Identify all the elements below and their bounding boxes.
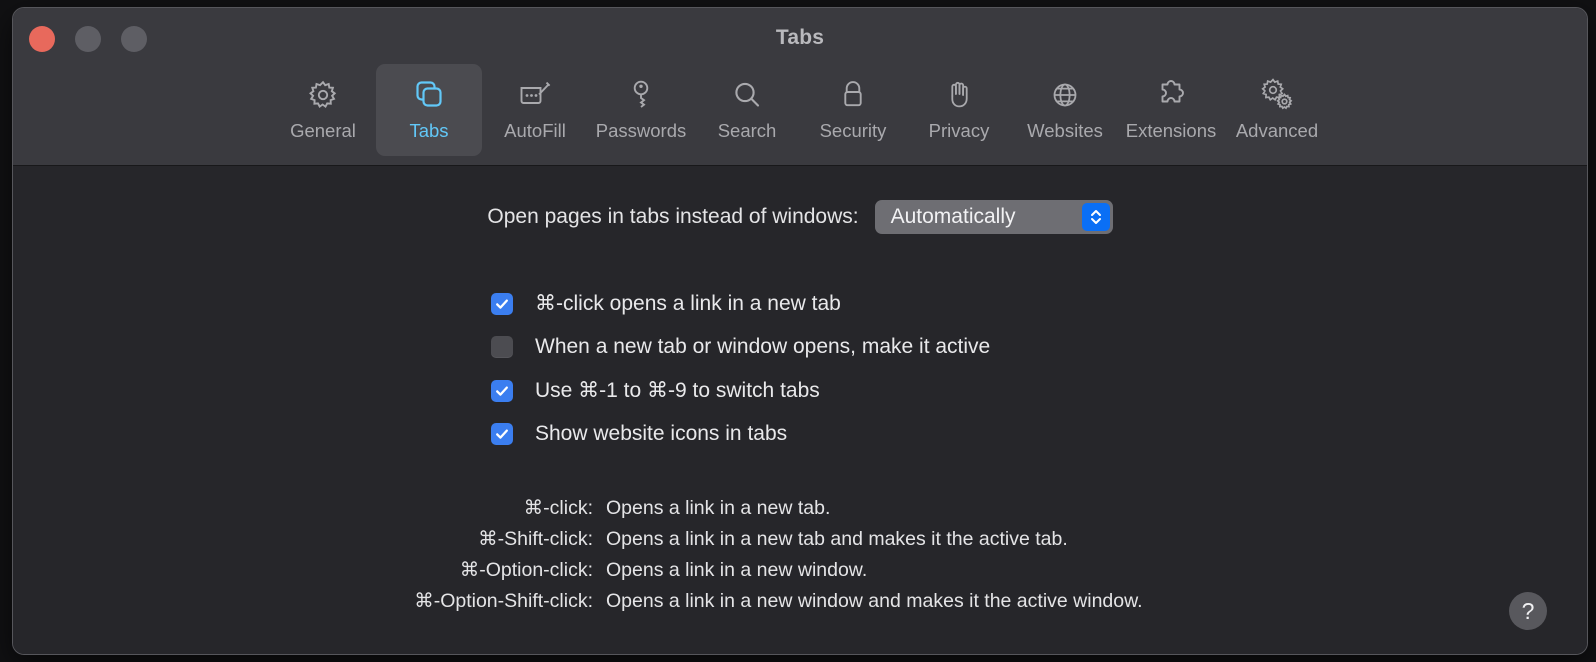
toolbar-label-general: General xyxy=(290,120,356,141)
tabs-options-list: ⌘-click opens a link in a new tab When a… xyxy=(491,282,990,456)
option-label: ⌘-click opens a link in a new tab xyxy=(535,292,841,316)
toolbar-label-websites: Websites xyxy=(1027,120,1103,141)
chevron-updown-icon xyxy=(1081,203,1110,231)
preferences-toolbar: General Tabs AutoFill Passwords Search S… xyxy=(13,64,1587,156)
tabs-icon xyxy=(407,73,451,117)
toolbar-item-security[interactable]: Security xyxy=(800,64,906,156)
tabs-settings-pane: Open pages in tabs instead of windows: A… xyxy=(13,166,1587,654)
toolbar-label-autofill: AutoFill xyxy=(504,120,566,141)
checkbox-checked-icon[interactable] xyxy=(491,423,513,446)
option-show-website-icons[interactable]: Show website icons in tabs xyxy=(491,413,990,457)
globe-icon xyxy=(1043,73,1087,117)
checkbox-checked-icon[interactable] xyxy=(491,292,513,315)
toolbar-label-security: Security xyxy=(819,120,887,141)
shortcut-descriptions: ⌘-click: Opens a link in a new tab. ⌘-Sh… xyxy=(13,496,1587,620)
toolbar-label-privacy: Privacy xyxy=(928,120,990,141)
option-make-new-tab-active[interactable]: When a new tab or window opens, make it … xyxy=(491,326,990,370)
description-key: ⌘-Option-Shift-click: xyxy=(414,590,593,612)
description-value: Opens a link in a new tab. xyxy=(606,497,831,519)
toolbar-label-advanced: Advanced xyxy=(1235,120,1319,141)
open-pages-row: Open pages in tabs instead of windows: A… xyxy=(13,200,1587,234)
option-label: Use ⌘-1 to ⌘-9 to switch tabs xyxy=(535,379,820,403)
screen: Tabs General Tabs AutoFill Passwords Sea… xyxy=(0,0,1596,662)
toolbar-item-advanced[interactable]: Advanced xyxy=(1224,64,1330,156)
help-button[interactable]: ? xyxy=(1509,592,1547,630)
toolbar-item-autofill[interactable]: AutoFill xyxy=(482,64,588,156)
description-row: ⌘-Option-click: Opens a link in a new wi… xyxy=(13,558,1587,589)
window-title: Tabs xyxy=(775,26,825,49)
lock-icon xyxy=(831,73,875,117)
description-row: ⌘-click: Opens a link in a new tab. xyxy=(13,496,1587,527)
description-value: Opens a link in a new window. xyxy=(606,559,868,581)
title-bar: Tabs General Tabs AutoFill Passwords Sea… xyxy=(13,8,1587,166)
autofill-icon xyxy=(513,73,557,117)
checkbox-checked-icon[interactable] xyxy=(491,379,513,402)
description-key: ⌘-Shift-click: xyxy=(478,528,593,550)
option-label: Show website icons in tabs xyxy=(535,422,788,446)
option-cmd-click-new-tab[interactable]: ⌘-click opens a link in a new tab xyxy=(491,282,990,326)
toolbar-item-websites[interactable]: Websites xyxy=(1012,64,1118,156)
open-pages-select[interactable]: Automatically xyxy=(874,200,1113,234)
description-value: Opens a link in a new window and makes i… xyxy=(606,590,1143,612)
checkbox-unchecked-icon[interactable] xyxy=(491,336,513,359)
toolbar-label-tabs: Tabs xyxy=(409,120,449,141)
toolbar-label-passwords: Passwords xyxy=(595,120,687,141)
gears-icon xyxy=(1255,73,1299,117)
search-icon xyxy=(725,73,769,117)
description-row: ⌘-Option-Shift-click: Opens a link in a … xyxy=(13,589,1587,620)
open-pages-value: Automatically xyxy=(890,205,1016,228)
toolbar-label-extensions: Extensions xyxy=(1125,120,1217,141)
open-pages-label: Open pages in tabs instead of windows: xyxy=(487,205,859,228)
option-cmd-number-switch-tabs[interactable]: Use ⌘-1 to ⌘-9 to switch tabs xyxy=(491,369,990,413)
description-row: ⌘-Shift-click: Opens a link in a new tab… xyxy=(13,527,1587,558)
option-label: When a new tab or window opens, make it … xyxy=(535,335,991,359)
toolbar-item-privacy[interactable]: Privacy xyxy=(906,64,1012,156)
key-icon xyxy=(619,73,663,117)
description-value: Opens a link in a new tab and makes it t… xyxy=(606,528,1068,550)
description-key: ⌘-click: xyxy=(523,497,593,519)
preferences-window: Tabs General Tabs AutoFill Passwords Sea… xyxy=(12,7,1588,655)
toolbar-item-passwords[interactable]: Passwords xyxy=(588,64,694,156)
hand-icon xyxy=(937,73,981,117)
toolbar-item-tabs[interactable]: Tabs xyxy=(376,64,482,156)
toolbar-item-extensions[interactable]: Extensions xyxy=(1118,64,1224,156)
toolbar-item-general[interactable]: General xyxy=(270,64,376,156)
toolbar-label-search: Search xyxy=(717,120,777,141)
toolbar-item-search[interactable]: Search xyxy=(694,64,800,156)
description-key: ⌘-Option-click: xyxy=(459,559,593,581)
gear-icon xyxy=(301,73,345,117)
puzzle-icon xyxy=(1149,73,1193,117)
